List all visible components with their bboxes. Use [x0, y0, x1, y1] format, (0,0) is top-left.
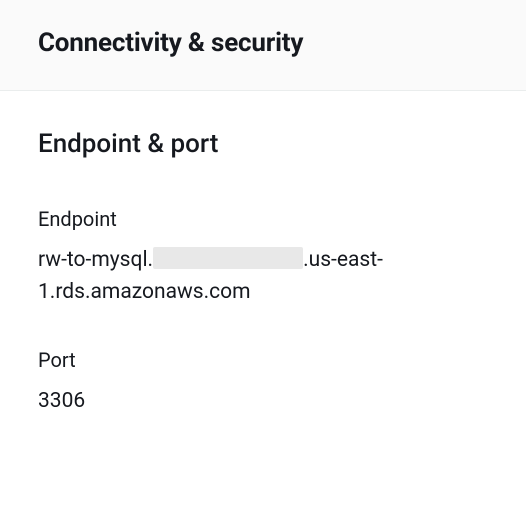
tab-header: Connectivity & security [0, 0, 526, 91]
port-label: Port [38, 348, 488, 372]
tab-title: Connectivity & security [38, 28, 488, 58]
port-field: Port 3306 [38, 348, 488, 418]
endpoint-redacted [153, 247, 303, 269]
endpoint-value: rw-to-mysql..us-east-1.rds.amazonaws.com [38, 245, 488, 308]
port-value: 3306 [38, 386, 488, 418]
endpoint-label: Endpoint [38, 207, 488, 231]
endpoint-prefix: rw-to-mysql. [38, 248, 153, 272]
section-title: Endpoint & port [38, 129, 488, 159]
endpoint-field: Endpoint rw-to-mysql..us-east-1.rds.amaz… [38, 207, 488, 308]
content-panel: Endpoint & port Endpoint rw-to-mysql..us… [0, 91, 526, 488]
